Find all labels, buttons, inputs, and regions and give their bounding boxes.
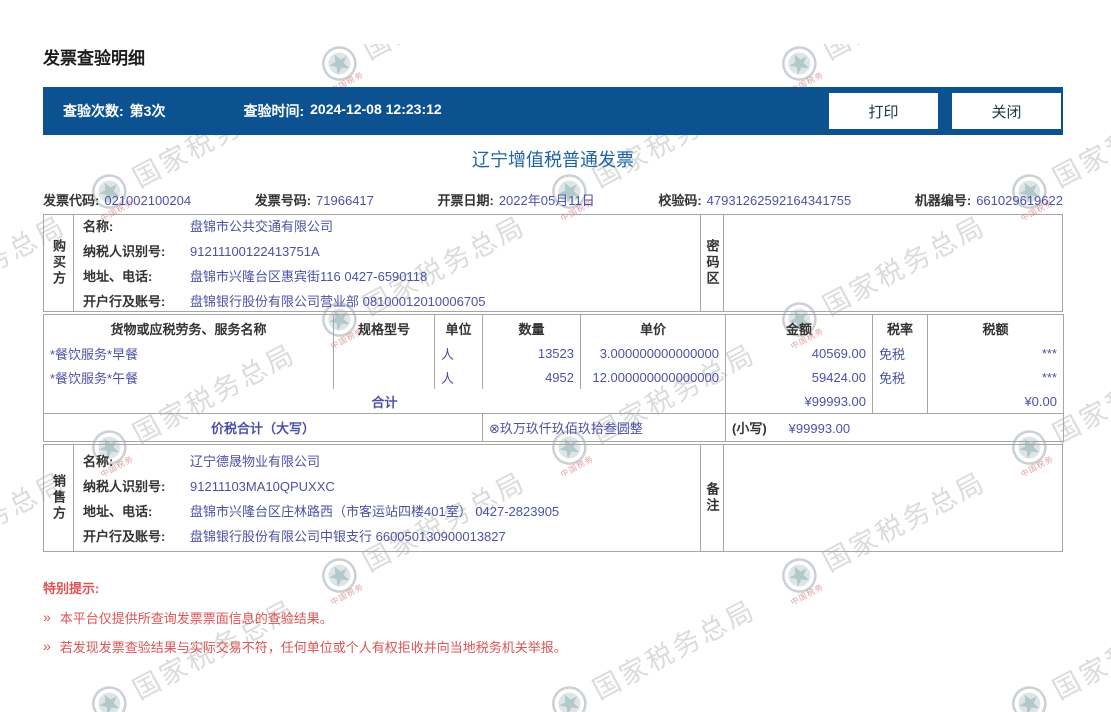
check-time: 查验时间: 2024-12-08 12:23:12 <box>243 101 441 121</box>
special-notice: 特别提示: » 本平台仅提供所查询发票票面信息的查验结果。 » 若发现发票查验结… <box>43 578 1063 656</box>
check-count: 查验次数: 第3次 <box>63 101 165 121</box>
buyer-taxid-row: 纳税人识别号: 91211100122413751A <box>83 244 320 259</box>
invoice-number-value: 71966417 <box>316 192 374 208</box>
item-taxrate: 免税 <box>872 341 928 365</box>
invoice-code-label: 发票代码: <box>43 192 100 208</box>
check-count-label: 查验次数: <box>63 103 124 119</box>
notice-line-1: » 本平台仅提供所查询发票票面信息的查验结果。 <box>43 609 333 626</box>
check-code-value: 47931262592164341755 <box>706 192 852 208</box>
seller-name-row: 名称: 辽宁德晟物业有限公司 <box>83 454 321 469</box>
toolbar: 查验次数: 第3次 查验时间: 2024-12-08 12:23:12 打印 关… <box>43 87 1063 135</box>
total-row: 合计 ¥99993.00 ¥0.00 <box>43 389 1064 414</box>
item-tax: *** <box>927 341 1064 365</box>
item-tax: *** <box>927 365 1064 389</box>
item-qty: 4952 <box>482 365 581 389</box>
item-unit: 人 <box>434 365 483 389</box>
item-price: 12.000000000000000 <box>580 365 726 389</box>
item-amount: 40569.00 <box>725 341 873 365</box>
close-button[interactable]: 关闭 <box>952 93 1061 129</box>
col-header-name: 货物或应税劳务、服务名称 <box>43 314 334 341</box>
check-time-label: 查验时间: <box>243 103 305 119</box>
remark-area-label: 备注 <box>700 445 724 551</box>
machine-number-label: 机器编号: <box>914 192 972 208</box>
col-header-tax: 税额 <box>927 314 1064 341</box>
password-area <box>724 215 1062 311</box>
page-title: 发票查验明细 <box>43 49 145 68</box>
uppercase-total-label: 价税合计（大写） <box>43 413 483 442</box>
seller-fields: 名称: 辽宁德晟物业有限公司 纳税人识别号: 91211103MA10QPUXXC … <box>74 445 700 551</box>
item-name: *餐饮服务*早餐 <box>43 341 334 365</box>
invoice-check-page: 发票查验明细 查验次数: 第3次 查验时间: 2024-12-08 12:23:… <box>43 44 1064 656</box>
col-header-taxrate: 税率 <box>872 314 928 341</box>
item-name: *餐饮服务*午餐 <box>43 365 334 389</box>
buyer-fields: 名称: 盘锦市公共交通有限公司 纳税人识别号: 91211100122413751A… <box>74 215 700 311</box>
item-row: *餐饮服务*早餐 人 13523 3.000000000000000 40569… <box>43 341 1064 365</box>
bullet-icon: » <box>43 638 51 654</box>
col-header-amount: 金额 <box>725 314 873 341</box>
lowercase-total-label: (小写) <box>732 421 767 436</box>
tax-seal-icon: 中国税务 <box>1005 679 1055 712</box>
invoice-date: 开票日期: 2022年05月11日 <box>437 190 594 209</box>
notice-title: 特别提示: <box>43 581 100 596</box>
invoice-meta: 发票代码: 021002100204 发票号码: 71966417 开票日期: 202… <box>43 189 1063 209</box>
total-tax: ¥0.00 <box>927 389 1064 414</box>
item-unit: 人 <box>434 341 483 365</box>
invoice-number-label: 发票号码: <box>254 192 312 208</box>
item-price: 3.000000000000000 <box>580 341 726 365</box>
item-row: *餐饮服务*午餐 人 4952 12.000000000000000 59424… <box>43 365 1064 389</box>
seller-section: 销售方 名称: 辽宁德晟物业有限公司 纳税人识别号: 91211103MA10QPU… <box>43 444 1063 552</box>
item-amount: 59424.00 <box>725 365 873 389</box>
password-area-label: 密码区 <box>700 215 724 311</box>
invoice-title: 辽宁增值税普通发票 <box>472 150 634 170</box>
invoice-code-value: 021002100204 <box>104 192 192 208</box>
items-table: 货物或应税劳务、服务名称 规格型号 单位 数量 单价 金额 税率 税额 *餐饮服… <box>43 314 1064 442</box>
item-qty: 13523 <box>482 341 581 365</box>
bullet-icon: » <box>43 609 51 625</box>
invoice-code: 发票代码: 021002100204 <box>43 190 191 209</box>
check-time-value: 2024-12-08 12:23:12 <box>310 101 442 117</box>
check-count-value: 第3次 <box>129 103 166 119</box>
machine-number: 机器编号: 661029619622 <box>915 190 1063 209</box>
buyer-name-row: 名称: 盘锦市公共交通有限公司 <box>83 219 334 234</box>
total-label: 合计 <box>43 389 726 414</box>
seller-taxid-row: 纳税人识别号: 91211103MA10QPUXXC <box>83 479 335 494</box>
print-button[interactable]: 打印 <box>829 93 938 129</box>
item-spec <box>333 365 435 389</box>
invoice-date-label: 开票日期: <box>437 192 494 208</box>
seller-side-label: 销售方 <box>44 445 74 551</box>
total-taxrate-empty <box>872 389 928 414</box>
tax-seal-icon: 中国税务 <box>85 679 135 712</box>
buyer-section: 购买方 名称: 盘锦市公共交通有限公司 纳税人识别号: 91211100122413… <box>43 214 1063 312</box>
buyer-side-label: 购买方 <box>44 215 74 311</box>
remark-area <box>724 445 1062 551</box>
buyer-address-row: 地址、电话: 盘锦市兴隆台区惠宾街116 0427-6590118 <box>83 269 428 284</box>
tax-seal-icon: 中国税务 <box>545 679 595 712</box>
invoice-date-value: 2022年05月11日 <box>498 192 595 208</box>
items-header-row: 货物或应税劳务、服务名称 规格型号 单位 数量 单价 金额 税率 税额 <box>43 314 1064 341</box>
item-taxrate: 免税 <box>872 365 928 389</box>
check-code-label: 校验码: <box>658 192 702 208</box>
grand-total-row: 价税合计（大写） ⊗玖万玖仟玖佰玖拾叁圆整 (小写) ¥99993.00 <box>43 413 1064 442</box>
col-header-qty: 数量 <box>482 314 581 341</box>
notice-line-2: » 若发现发票查验结果与实际交易不符，任何单位或个人有权拒收并向当地税务机关举报… <box>43 638 567 655</box>
buyer-bank-row: 开户行及账号: 盘锦银行股份有限公司营业部 08100012010006705 <box>83 294 486 309</box>
item-spec <box>333 341 435 365</box>
lowercase-total-value: ¥99993.00 <box>788 421 851 436</box>
check-code: 校验码: 47931262592164341755 <box>658 190 851 209</box>
col-header-price: 单价 <box>580 314 726 341</box>
toolbar-buttons: 打印 关闭 <box>829 93 1061 129</box>
machine-number-value: 661029619622 <box>976 192 1063 208</box>
col-header-spec: 规格型号 <box>333 314 435 341</box>
total-amount: ¥99993.00 <box>725 389 873 414</box>
invoice-number: 发票号码: 71966417 <box>255 190 374 209</box>
seller-bank-row: 开户行及账号: 盘锦银行股份有限公司中银支行 660050130900013827 <box>83 529 506 544</box>
seller-address-row: 地址、电话: 盘锦市兴隆台区庄林路西（市客运站四楼401室） 0427-28239… <box>83 504 560 519</box>
col-header-unit: 单位 <box>434 314 483 341</box>
lowercase-total-cell: (小写) ¥99993.00 <box>725 413 1064 442</box>
uppercase-total-value: ⊗玖万玖仟玖佰玖拾叁圆整 <box>482 413 726 442</box>
